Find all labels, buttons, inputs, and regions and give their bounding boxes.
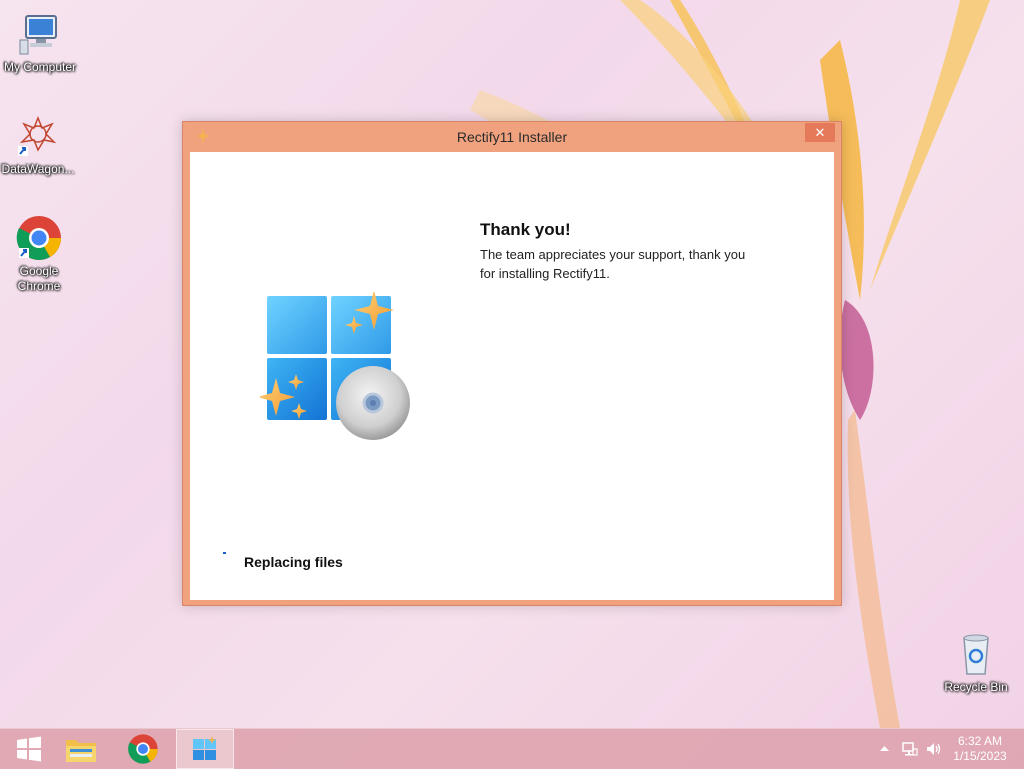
installer-window[interactable]: Rectify11 Installer ✕ Thank you! The tea… [182,121,842,606]
show-hidden-icons-icon[interactable] [880,745,889,752]
desktop-icon-datawagon[interactable]: DataWagon... [0,112,78,177]
datawagon-icon [18,115,57,156]
network-icon[interactable] [902,741,918,757]
start-button[interactable] [0,729,58,769]
install-status-text: Replacing files [244,554,343,570]
volume-icon[interactable] [926,741,942,757]
system-tray: 6:32 AM 1/15/2023 [864,729,1024,769]
desktop-icon-recycle-bin[interactable]: Recycle Bin [936,630,1016,695]
progress-spinner [223,552,226,554]
taskbar-clock[interactable]: 6:32 AM 1/15/2023 [950,734,1010,764]
chrome-icon [16,216,61,260]
desktop-icon-label: Recycle Bin [944,680,1008,694]
computer-icon [19,15,57,55]
chrome-icon [128,734,158,764]
window-title: Rectify11 Installer [456,129,568,145]
windows-start-icon [17,736,41,762]
taskbar-file-explorer[interactable] [52,729,110,769]
desktop-icon-label: Google Chrome [17,264,61,293]
clock-date: 1/15/2023 [953,749,1007,763]
desktop-icon-google-chrome[interactable]: Google Chrome [0,214,79,294]
recycle-bin-icon [963,634,989,675]
file-explorer-icon [66,740,96,762]
rectify11-logo-icon [260,292,410,440]
desktop-icon-label: DataWagon... [1,162,75,176]
taskbar: 6:32 AM 1/15/2023 [0,728,1024,769]
window-titlebar[interactable]: Rectify11 Installer ✕ [183,122,841,152]
close-button[interactable]: ✕ [805,123,835,142]
taskbar-chrome[interactable] [114,729,172,769]
clock-time: 6:32 AM [957,734,1003,748]
installer-content: Thank you! The team appreciates your sup… [190,152,834,600]
rectify11-installer-icon [193,736,216,760]
taskbar-rectify11-installer[interactable] [176,729,234,769]
desktop-icon-my-computer[interactable]: My Computer [0,10,80,75]
desktop-icon-label: My Computer [3,60,77,74]
thank-you-message: The team appreciates your support, thank… [480,247,746,281]
thank-you-heading: Thank you! [480,220,571,239]
